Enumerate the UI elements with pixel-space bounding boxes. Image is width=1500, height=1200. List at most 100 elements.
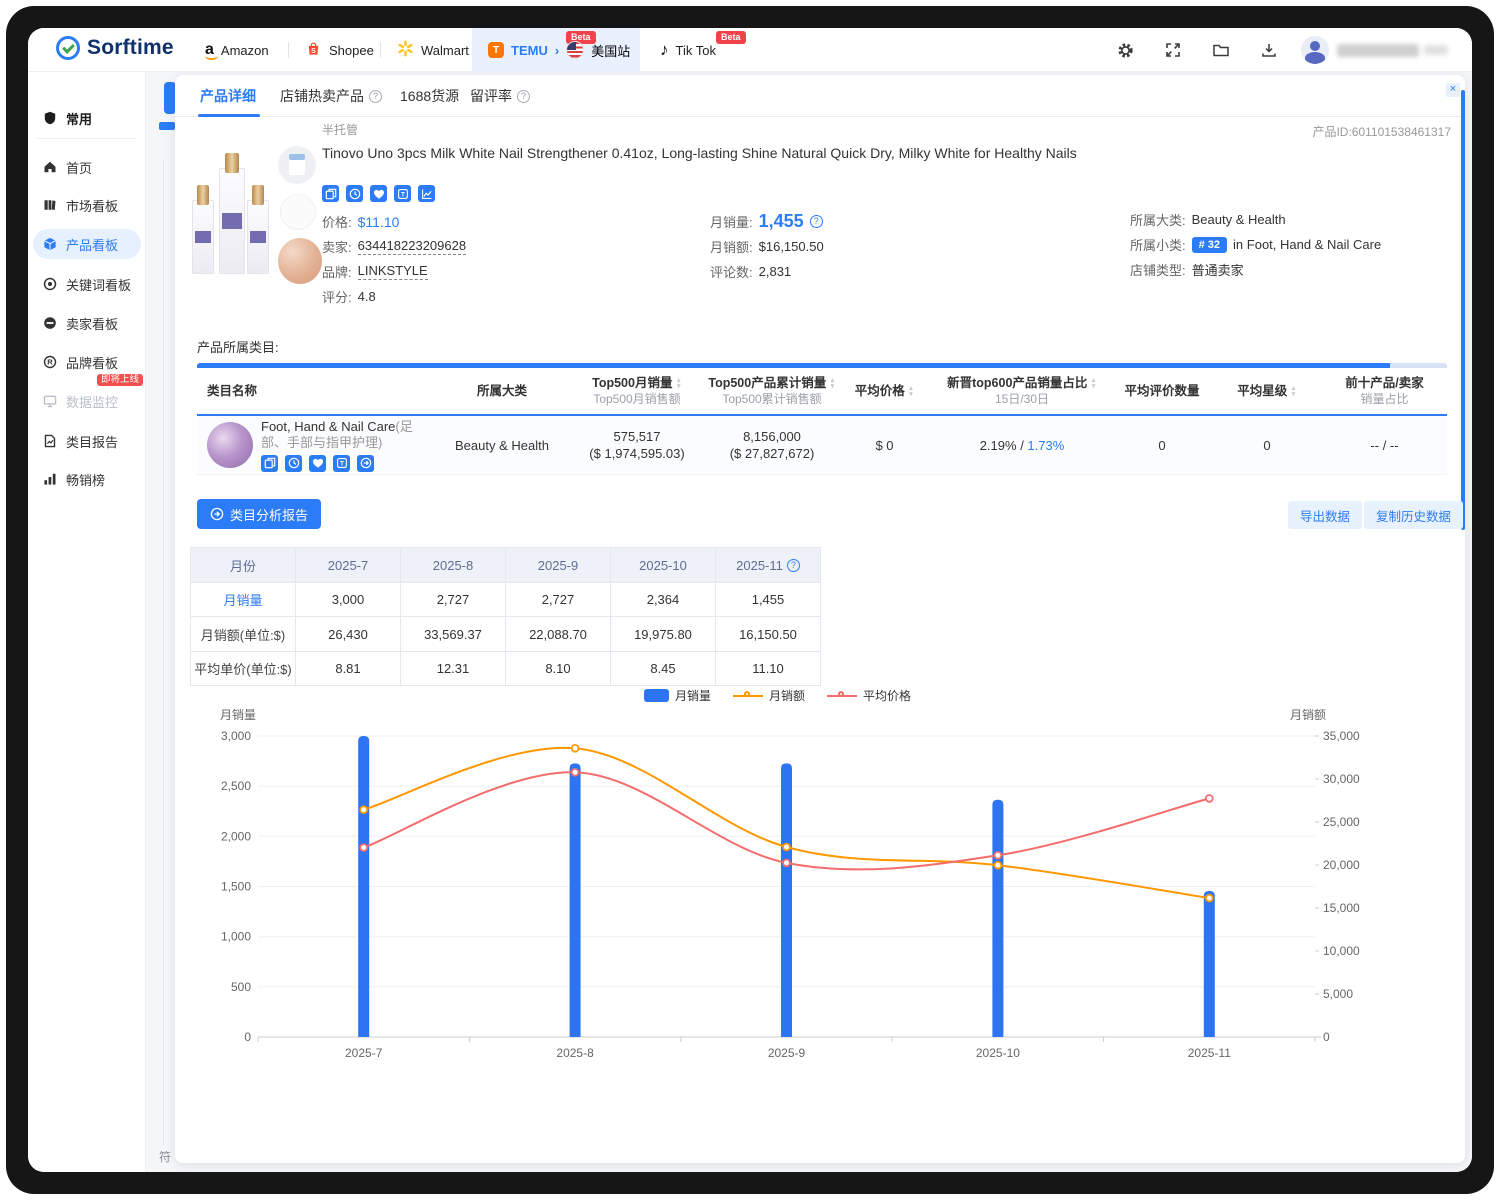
- copy-history-button[interactable]: 复制历史数据: [1364, 501, 1463, 529]
- history-icon[interactable]: [346, 185, 363, 202]
- chart-legend: 月销量 月销额 平均价格: [190, 687, 1365, 704]
- brand-link[interactable]: LINKSTYLE: [358, 263, 428, 280]
- category-table-header: 类目名称所属大类Top500月销量▲▼Top500月销售额Top500产品累计销…: [197, 368, 1447, 416]
- help-icon[interactable]: ?: [810, 215, 823, 228]
- history-icon[interactable]: [285, 455, 302, 472]
- monthly-value-cell: 1,455: [716, 583, 821, 617]
- sidebar-item-product[interactable]: 产品看板: [33, 229, 141, 259]
- favorite-icon[interactable]: [309, 455, 326, 472]
- monthly-row-label[interactable]: 月销量: [191, 583, 296, 617]
- circle-right-icon[interactable]: [357, 455, 374, 472]
- monthly-header-cell: 2025-7: [296, 548, 401, 583]
- nav-tiktok[interactable]: ♪ Tik Tok Beta: [660, 28, 716, 72]
- temu-badge-icon[interactable]: T: [394, 185, 411, 202]
- tab-review-rate[interactable]: 留评率?: [470, 75, 530, 117]
- category-action-icons: T: [261, 455, 437, 472]
- legend-line-swatch: [733, 695, 763, 697]
- username-masked-tail: [1424, 45, 1448, 55]
- category-name-cell[interactable]: Foot, Hand & Nail Care(足部、手部与指甲护理) T: [197, 416, 437, 474]
- review-count-value: 2,831: [759, 264, 792, 279]
- price-value[interactable]: $11.10: [358, 214, 400, 230]
- monthly-value-cell: 2,727: [506, 583, 611, 617]
- temu-badge-icon[interactable]: T: [333, 455, 350, 472]
- legend-item-line[interactable]: 月销额: [733, 687, 805, 704]
- monthly-value-cell: 16,150.50: [716, 617, 821, 652]
- background-text-fragment: 符: [159, 1148, 171, 1165]
- category-report-button[interactable]: 类目分析报告: [197, 499, 321, 529]
- svg-text:0: 0: [244, 1030, 251, 1044]
- download-icon[interactable]: [1259, 40, 1279, 60]
- svg-text:5,000: 5,000: [1323, 987, 1353, 1001]
- sidebar-collapse-button[interactable]: «: [72, 1167, 79, 1172]
- svg-text:2025-7: 2025-7: [345, 1046, 383, 1060]
- settings-gear-icon[interactable]: [1115, 40, 1135, 60]
- copy-icon[interactable]: [322, 185, 339, 202]
- category-column-header[interactable]: 平均价格▲▼: [837, 368, 932, 414]
- monthly-row-label: 月销额(单位:$): [191, 617, 296, 652]
- shield-icon: [43, 111, 57, 125]
- category-column-header: 平均评价数量: [1112, 368, 1212, 414]
- sort-icon[interactable]: ▲▼: [1290, 386, 1296, 397]
- category-column-header[interactable]: Top500产品累计销量▲▼Top500累计销售额: [707, 368, 837, 414]
- new-top600-share-cell: 2.19% / 1.73%: [932, 416, 1112, 474]
- monthly-header-cell: 2025-10: [611, 548, 716, 583]
- svg-text:2025-8: 2025-8: [556, 1046, 594, 1060]
- tab-product-detail[interactable]: 产品详细: [200, 75, 256, 117]
- legend-item-bar[interactable]: 月销量: [644, 687, 711, 704]
- sidebar-item-keyword[interactable]: 关键词看板: [33, 269, 141, 299]
- close-icon[interactable]: ×: [1446, 83, 1460, 97]
- sidebar-item-home[interactable]: 首页: [33, 152, 141, 182]
- top500-total-cell: 8,156,000($ 27,827,672): [707, 416, 837, 474]
- screen: Sorftime a Amazon S Shopee Walmart T TEM…: [0, 0, 1500, 1200]
- product-thumbnail-hand[interactable]: [278, 238, 322, 284]
- product-image[interactable]: [190, 148, 274, 278]
- nav-shopee[interactable]: S Shopee: [305, 28, 374, 72]
- app-window: Sorftime a Amazon S Shopee Walmart T TEM…: [28, 28, 1472, 1172]
- circle-arrow-icon: [210, 507, 224, 521]
- rank-icon: [43, 472, 57, 486]
- category-column-header[interactable]: 平均星级▲▼: [1212, 368, 1322, 414]
- report-icon: [43, 434, 57, 448]
- sort-icon[interactable]: ▲▼: [908, 386, 914, 397]
- category-column-header[interactable]: Top500月销量▲▼Top500月销售额: [567, 368, 707, 414]
- sidebar-item-brand[interactable]: R品牌看板: [33, 347, 141, 377]
- sidebar-item-rank[interactable]: 畅销榜: [33, 464, 141, 494]
- svg-text:月销量: 月销量: [220, 708, 256, 722]
- trend-icon[interactable]: [418, 185, 435, 202]
- scrollbar-thumb[interactable]: [1461, 90, 1465, 530]
- svg-text:2025-9: 2025-9: [768, 1046, 806, 1060]
- tab-store-hot-products[interactable]: 店铺热卖产品?: [280, 75, 382, 117]
- sidebar-item-seller[interactable]: 卖家看板: [33, 308, 141, 338]
- copy-icon[interactable]: [261, 455, 278, 472]
- seller-link[interactable]: 634418223209628: [358, 238, 466, 255]
- legend-bar-swatch: [644, 689, 669, 702]
- folder-icon[interactable]: [1211, 40, 1231, 60]
- product-tag: 半托管: [322, 121, 358, 138]
- monthly-value-cell: 22,088.70: [506, 617, 611, 652]
- svg-text:S: S: [311, 47, 316, 55]
- monthly-sales-value: 1,455: [759, 211, 804, 232]
- category-column-header[interactable]: 新晋top600产品销量占比▲▼15日/30日: [932, 368, 1112, 414]
- sort-icon[interactable]: ▲▼: [675, 378, 681, 389]
- favorite-icon[interactable]: [370, 185, 387, 202]
- nav-walmart[interactable]: Walmart: [397, 28, 469, 72]
- share-30d-link[interactable]: 1.73%: [1027, 437, 1064, 454]
- product-thumbnail[interactable]: [278, 146, 316, 184]
- product-thumbnail[interactable]: [280, 194, 316, 230]
- coming-soon-badge: 即将上线: [97, 374, 143, 386]
- fullscreen-icon[interactable]: [1163, 40, 1183, 60]
- sidebar-item-shield: 常用: [33, 103, 141, 133]
- help-icon[interactable]: ?: [787, 559, 800, 572]
- sidebar-item-monitor[interactable]: 数据监控即将上线: [33, 386, 141, 416]
- tab-1688-supply[interactable]: 1688货源: [400, 75, 459, 117]
- sidebar-item-market[interactable]: 市场看板: [33, 190, 141, 220]
- app-logo[interactable]: Sorftime: [56, 36, 174, 60]
- user-avatar[interactable]: [1301, 36, 1329, 64]
- nav-temu-us[interactable]: T TEMU Beta › 美国站: [472, 28, 640, 72]
- sort-icon[interactable]: ▲▼: [829, 378, 835, 389]
- legend-item-line[interactable]: 平均价格: [827, 687, 911, 704]
- export-data-button[interactable]: 导出数据: [1288, 501, 1362, 529]
- sort-icon[interactable]: ▲▼: [1090, 378, 1096, 389]
- nav-amazon[interactable]: a Amazon: [205, 28, 269, 72]
- sidebar-item-report[interactable]: 类目报告: [33, 426, 141, 456]
